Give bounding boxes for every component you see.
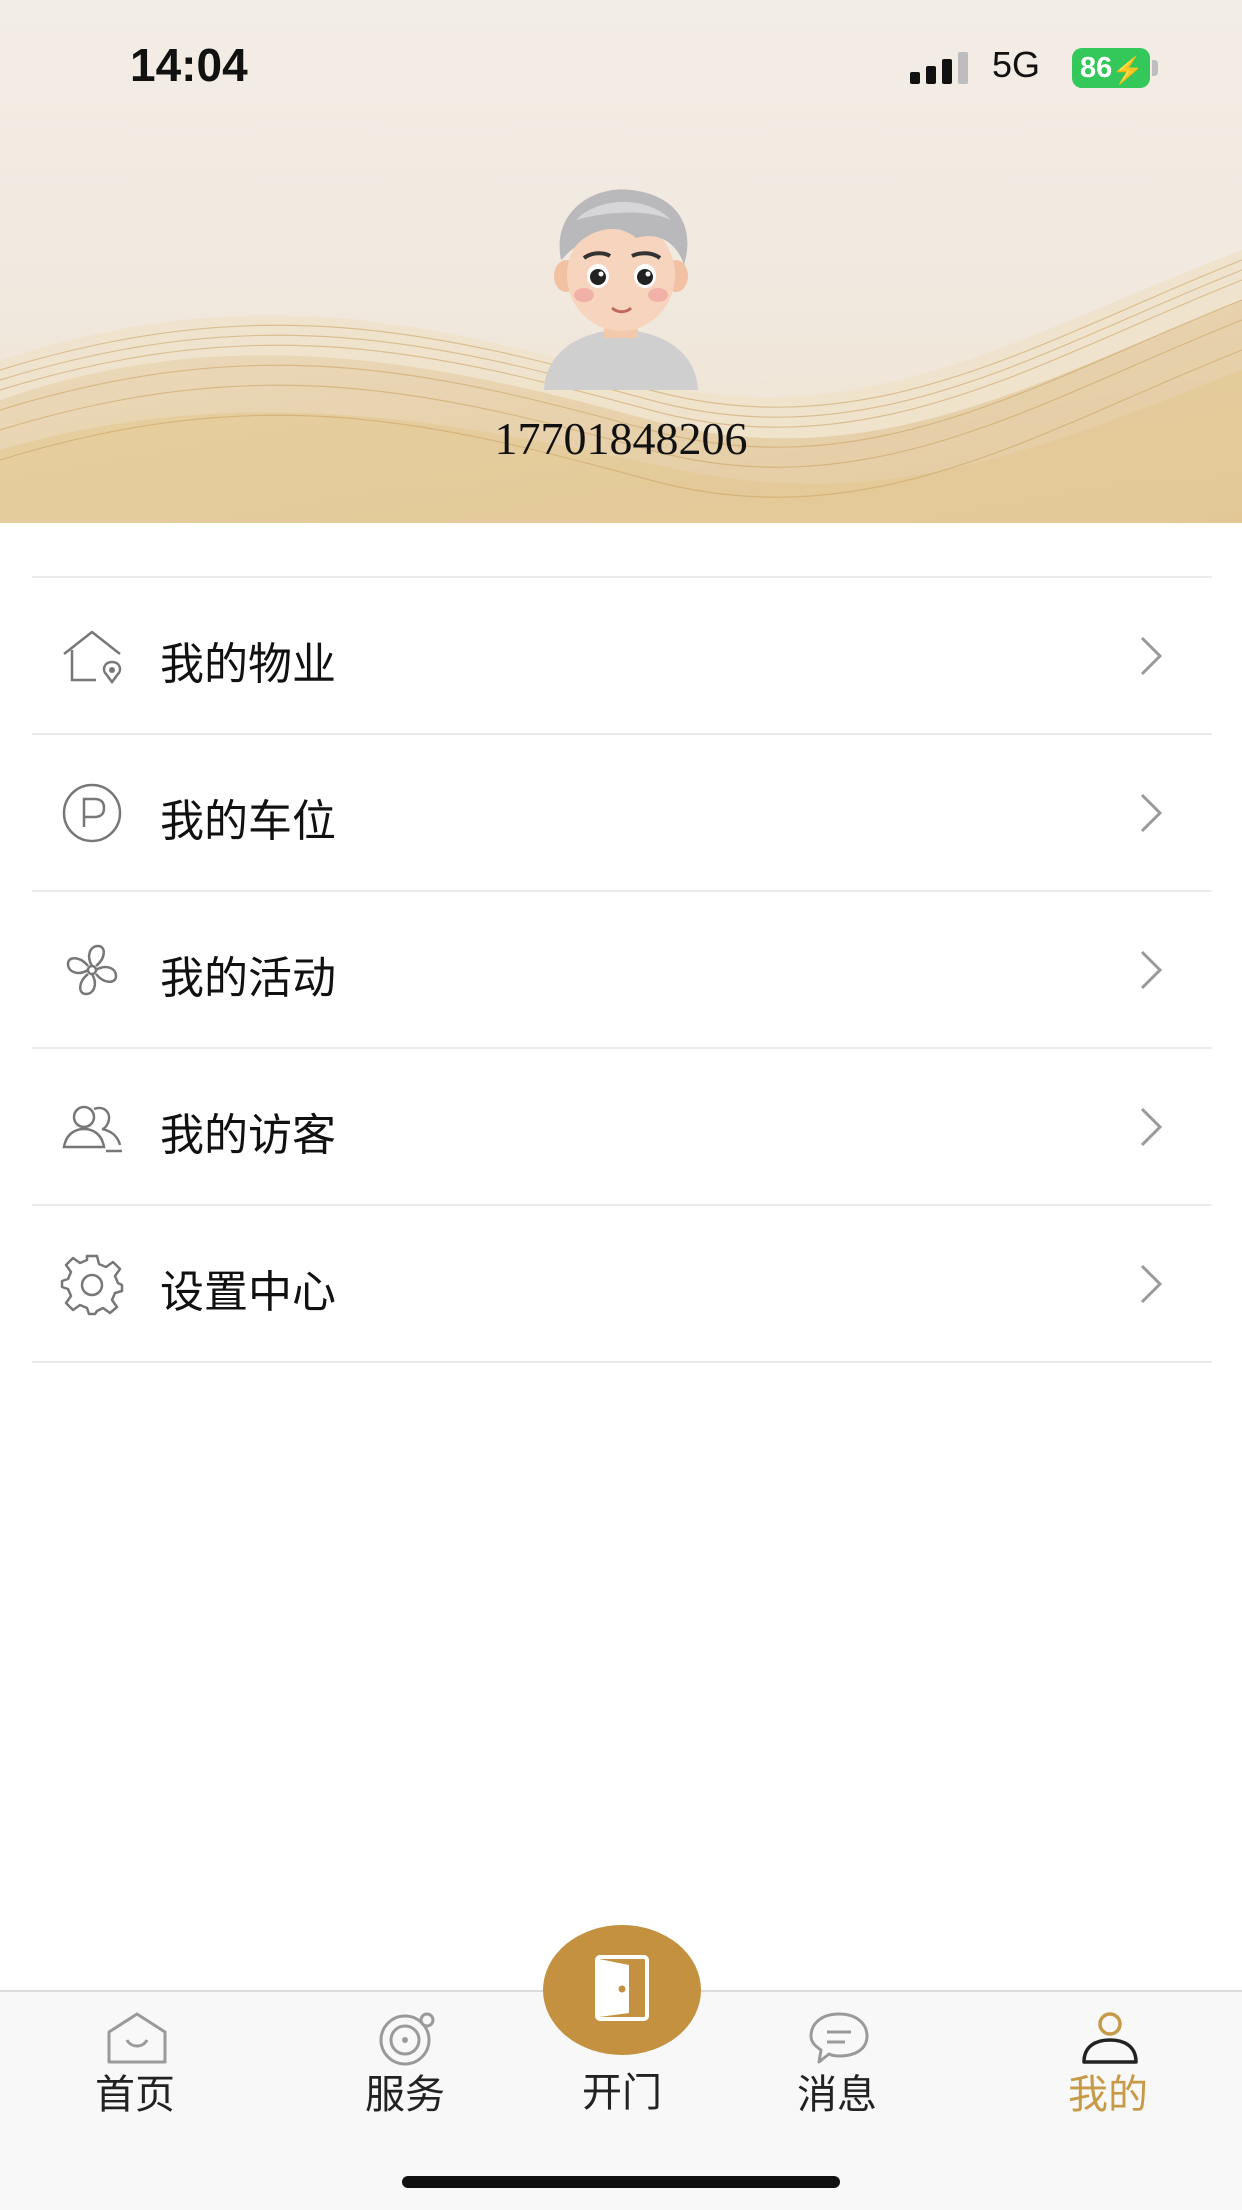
services-icon	[379, 2012, 435, 2066]
tab-label: 服务	[365, 2072, 445, 2118]
menu-label: 我的车位	[160, 796, 336, 847]
pinwheel-icon	[66, 944, 118, 996]
tab-label: 消息	[797, 2072, 877, 2118]
person-icon	[1082, 2012, 1138, 2064]
chevron-right-icon	[1140, 1107, 1163, 1147]
battery-tip	[1152, 60, 1158, 76]
profile-menu: 我的物业 我的车位 我的活动 我的访客 设置中心	[32, 576, 1212, 1363]
gear-icon	[60, 1254, 124, 1316]
menu-label: 设置中心	[160, 1267, 336, 1318]
home-icon	[107, 2012, 167, 2064]
parking-icon	[62, 783, 122, 843]
door-icon	[595, 1955, 649, 2021]
menu-item-my-property[interactable]: 我的物业	[32, 578, 1212, 735]
menu-item-my-visitors[interactable]: 我的访客	[32, 1049, 1212, 1206]
open-door-button[interactable]	[543, 1925, 701, 2055]
tab-home[interactable]: 首页	[55, 1992, 215, 2122]
open-door-label: 开门	[582, 2070, 662, 2116]
profile-header: 14:04 5G 86 ⚡ 17701848206	[0, 0, 1242, 523]
menu-label: 我的物业	[160, 639, 336, 690]
menu-item-my-parking[interactable]: 我的车位	[32, 735, 1212, 892]
user-phone-number: 17701848206	[494, 413, 748, 464]
visitors-icon	[62, 1105, 122, 1153]
charging-bolt-icon: ⚡	[1111, 55, 1144, 85]
battery-indicator: 86 ⚡	[1072, 48, 1150, 88]
battery-level: 86	[1080, 52, 1113, 84]
tab-mine[interactable]: 我的	[1028, 1992, 1188, 2122]
chevron-right-icon	[1140, 1264, 1163, 1304]
cellular-signal-icon	[910, 52, 968, 84]
status-time: 14:04	[130, 39, 248, 91]
message-bubble-icon	[809, 2012, 869, 2064]
avatar[interactable]	[536, 180, 706, 390]
menu-item-settings[interactable]: 设置中心	[32, 1206, 1212, 1363]
menu-item-my-activities[interactable]: 我的活动	[32, 892, 1212, 1049]
menu-label: 我的活动	[160, 953, 336, 1004]
status-bar: 14:04 5G 86 ⚡	[0, 0, 1242, 130]
network-type: 5G	[992, 44, 1041, 85]
tab-label: 我的	[1068, 2072, 1148, 2118]
tab-label: 首页	[95, 2072, 175, 2118]
tab-services[interactable]: 服务	[325, 1992, 485, 2122]
tab-messages[interactable]: 消息	[757, 1992, 917, 2122]
chevron-right-icon	[1140, 636, 1163, 676]
chevron-right-icon	[1140, 950, 1163, 990]
home-indicator	[402, 2176, 840, 2188]
menu-label: 我的访客	[160, 1110, 336, 1161]
chevron-right-icon	[1140, 793, 1163, 833]
house-location-icon	[63, 630, 122, 685]
